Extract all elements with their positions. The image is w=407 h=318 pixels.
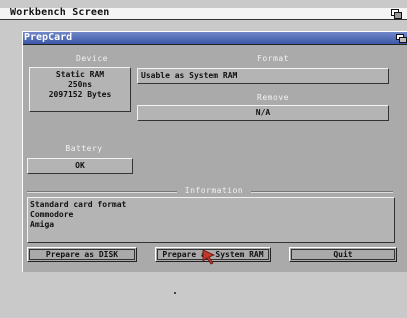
- battery-value: OK: [75, 161, 85, 170]
- information-line: Standard card format: [30, 200, 127, 209]
- screen-speck: [174, 292, 176, 294]
- device-speed: 250ns: [67, 80, 93, 89]
- window-title-bar[interactable]: PrepCard: [23, 32, 407, 45]
- device-label: Device: [76, 54, 108, 63]
- remove-value: N/A: [255, 108, 271, 117]
- screen-depth-gadget-icon[interactable]: [391, 9, 402, 19]
- window-title: PrepCard: [24, 32, 73, 43]
- device-info-box: Static RAM 250ns 2097152 Bytes: [29, 67, 131, 112]
- battery-field: OK: [27, 158, 133, 174]
- prepare-as-disk-button[interactable]: Prepare as DISK: [27, 247, 137, 262]
- battery-label: Battery: [65, 144, 103, 153]
- device-type: Static RAM: [55, 70, 105, 79]
- remove-field: N/A: [137, 105, 389, 121]
- screen-title: Workbench Screen: [10, 7, 110, 18]
- format-value: Usable as System RAM: [141, 71, 238, 80]
- remove-label: Remove: [257, 93, 289, 102]
- screen-title-bar[interactable]: Workbench Screen: [0, 7, 407, 20]
- information-box: Standard card format Commodore Amiga: [27, 197, 395, 243]
- device-size: 2097152 Bytes: [48, 90, 112, 99]
- information-divider-right: [251, 191, 393, 193]
- window-depth-gadget-icon[interactable]: [396, 34, 407, 43]
- information-divider-left: [27, 191, 177, 193]
- format-label: Format: [257, 54, 289, 63]
- information-line: Amiga: [30, 220, 55, 229]
- quit-button[interactable]: Quit: [289, 247, 397, 262]
- prepcard-window: PrepCard Device Static RAM 250ns 2097152…: [22, 31, 407, 272]
- information-label: Information: [184, 186, 244, 195]
- mouse-pointer-icon: [202, 249, 216, 265]
- format-field: Usable as System RAM: [137, 68, 389, 84]
- information-line: Commodore: [30, 210, 74, 219]
